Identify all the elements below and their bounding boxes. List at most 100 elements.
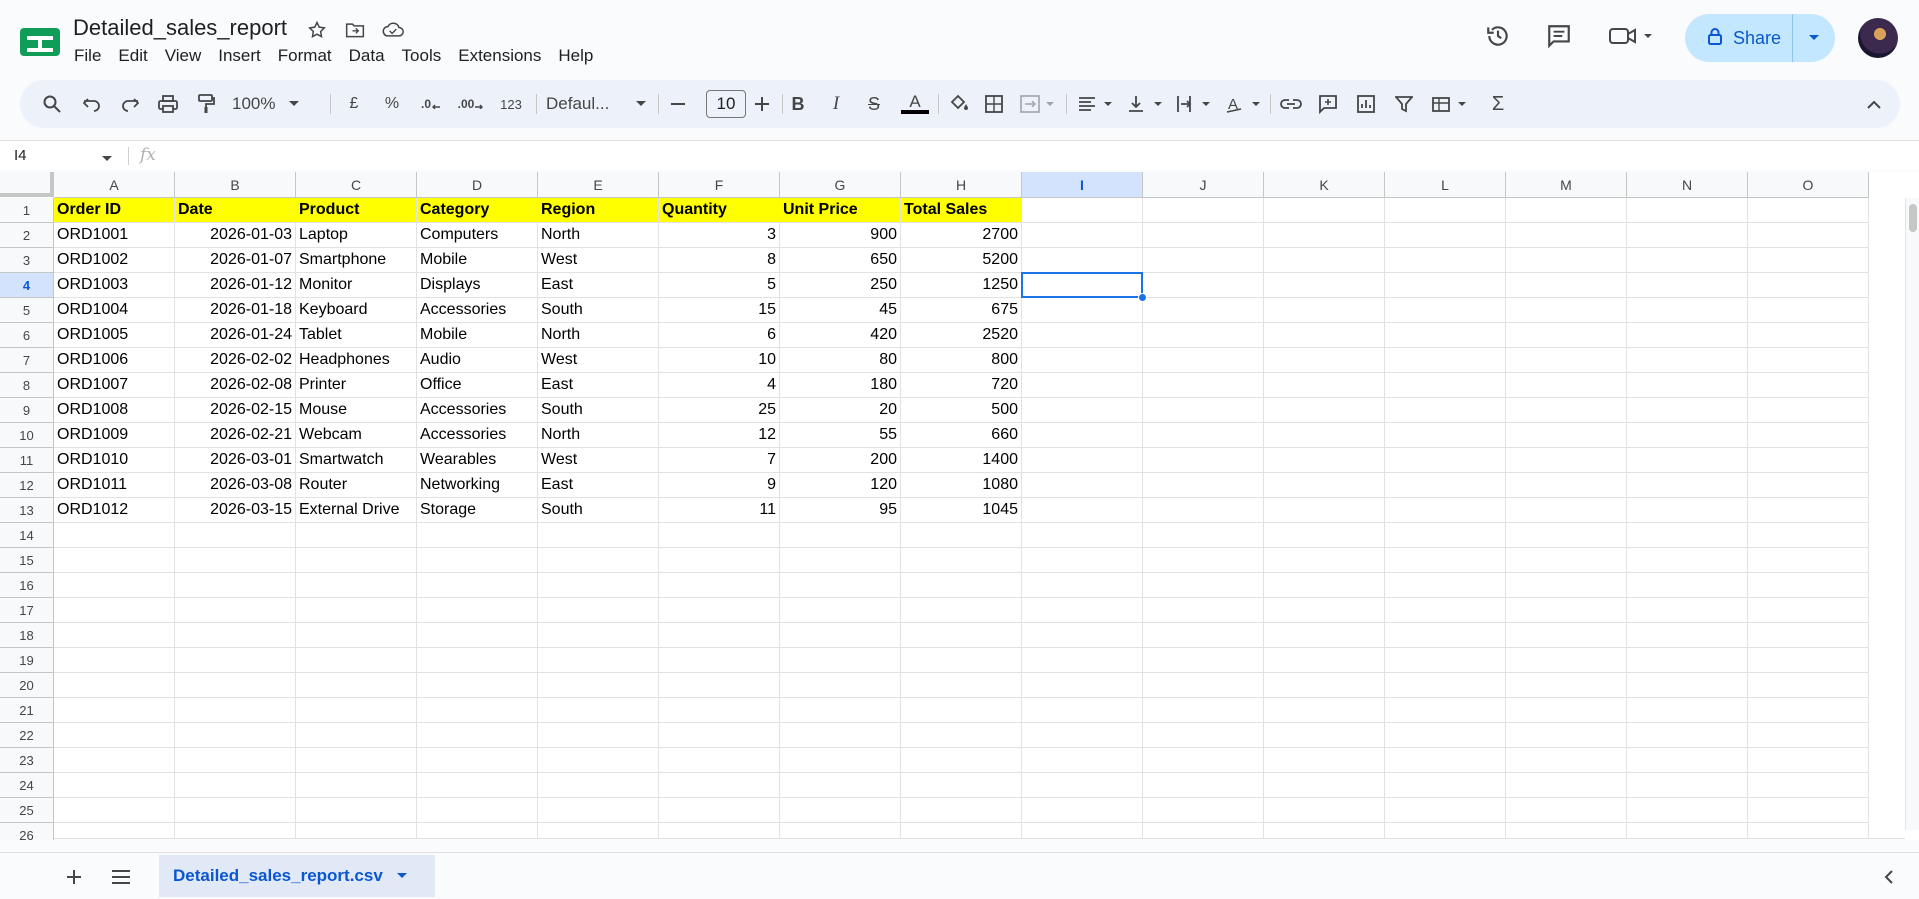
cell-g1[interactable]: Unit Price	[780, 198, 901, 223]
cell-k6[interactable]	[1264, 323, 1385, 348]
cell-m7[interactable]	[1506, 348, 1627, 373]
cell-l1[interactable]	[1385, 198, 1506, 223]
row-header-21[interactable]: 21	[0, 698, 54, 723]
cell-f10[interactable]: 12	[659, 423, 780, 448]
cell-j1[interactable]	[1143, 198, 1264, 223]
cell-o21[interactable]	[1748, 698, 1869, 723]
cell-n3[interactable]	[1627, 248, 1748, 273]
cell-c11[interactable]: Smartwatch	[296, 448, 417, 473]
cell-j16[interactable]	[1143, 573, 1264, 598]
cell-d4[interactable]: Displays	[417, 273, 538, 298]
row-header-12[interactable]: 12	[0, 473, 54, 498]
borders-icon[interactable]	[982, 92, 1006, 116]
cell-o5[interactable]	[1748, 298, 1869, 323]
cell-i12[interactable]	[1022, 473, 1143, 498]
cell-m24[interactable]	[1506, 773, 1627, 798]
column-header-m[interactable]: M	[1506, 172, 1627, 198]
cell-m21[interactable]	[1506, 698, 1627, 723]
cell-e21[interactable]	[538, 698, 659, 723]
cell-a11[interactable]: ORD1010	[54, 448, 175, 473]
bold-icon[interactable]: B	[786, 92, 810, 116]
row-header-7[interactable]: 7	[0, 348, 54, 373]
cell-c12[interactable]: Router	[296, 473, 417, 498]
cell-j18[interactable]	[1143, 623, 1264, 648]
row-header-14[interactable]: 14	[0, 523, 54, 548]
cell-c22[interactable]	[296, 723, 417, 748]
cell-e11[interactable]: West	[538, 448, 659, 473]
row-header-8[interactable]: 8	[0, 373, 54, 398]
cell-g23[interactable]	[780, 748, 901, 773]
cell-e23[interactable]	[538, 748, 659, 773]
cloud-saved-icon[interactable]	[381, 18, 405, 42]
cell-d6[interactable]: Mobile	[417, 323, 538, 348]
cell-h15[interactable]	[901, 548, 1022, 573]
row-header-9[interactable]: 9	[0, 398, 54, 423]
cell-d18[interactable]	[417, 623, 538, 648]
share-button[interactable]: Share	[1685, 14, 1835, 62]
zoom-select[interactable]: 100%	[232, 92, 312, 116]
cell-j24[interactable]	[1143, 773, 1264, 798]
cell-n16[interactable]	[1627, 573, 1748, 598]
cell-e16[interactable]	[538, 573, 659, 598]
cell-i19[interactable]	[1022, 648, 1143, 673]
cell-h24[interactable]	[901, 773, 1022, 798]
cell-n9[interactable]	[1627, 398, 1748, 423]
cell-o11[interactable]	[1748, 448, 1869, 473]
cell-m8[interactable]	[1506, 373, 1627, 398]
cell-h16[interactable]	[901, 573, 1022, 598]
cell-f3[interactable]: 8	[659, 248, 780, 273]
cell-g18[interactable]	[780, 623, 901, 648]
cell-n2[interactable]	[1627, 223, 1748, 248]
vertical-align-icon[interactable]	[1126, 92, 1166, 116]
cell-d8[interactable]: Office	[417, 373, 538, 398]
cell-f7[interactable]: 10	[659, 348, 780, 373]
cell-f24[interactable]	[659, 773, 780, 798]
cell-k11[interactable]	[1264, 448, 1385, 473]
row-header-16[interactable]: 16	[0, 573, 54, 598]
merge-cells-icon[interactable]	[1018, 92, 1058, 116]
cell-j11[interactable]	[1143, 448, 1264, 473]
cell-g4[interactable]: 250	[780, 273, 901, 298]
cell-j6[interactable]	[1143, 323, 1264, 348]
cell-f20[interactable]	[659, 673, 780, 698]
cell-i8[interactable]	[1022, 373, 1143, 398]
cell-k4[interactable]	[1264, 273, 1385, 298]
cell-c25[interactable]	[296, 798, 417, 823]
cell-g21[interactable]	[780, 698, 901, 723]
cell-d3[interactable]: Mobile	[417, 248, 538, 273]
menu-help[interactable]: Help	[558, 46, 601, 66]
cell-n19[interactable]	[1627, 648, 1748, 673]
cell-h6[interactable]: 2520	[901, 323, 1022, 348]
cell-n23[interactable]	[1627, 748, 1748, 773]
cell-n1[interactable]	[1627, 198, 1748, 223]
cell-n17[interactable]	[1627, 598, 1748, 623]
cell-i6[interactable]	[1022, 323, 1143, 348]
cell-j19[interactable]	[1143, 648, 1264, 673]
cell-e24[interactable]	[538, 773, 659, 798]
cell-f8[interactable]: 4	[659, 373, 780, 398]
cell-l18[interactable]	[1385, 623, 1506, 648]
cell-g19[interactable]	[780, 648, 901, 673]
cell-k21[interactable]	[1264, 698, 1385, 723]
cell-d25[interactable]	[417, 798, 538, 823]
font-size-input[interactable]: 10	[706, 90, 746, 118]
cell-m5[interactable]	[1506, 298, 1627, 323]
cell-k19[interactable]	[1264, 648, 1385, 673]
cell-h1[interactable]: Total Sales	[901, 198, 1022, 223]
cell-n18[interactable]	[1627, 623, 1748, 648]
cell-c6[interactable]: Tablet	[296, 323, 417, 348]
cell-k8[interactable]	[1264, 373, 1385, 398]
cell-a22[interactable]	[54, 723, 175, 748]
cell-a20[interactable]	[54, 673, 175, 698]
row-header-5[interactable]: 5	[0, 298, 54, 323]
cell-k18[interactable]	[1264, 623, 1385, 648]
cell-i1[interactable]	[1022, 198, 1143, 223]
cell-i23[interactable]	[1022, 748, 1143, 773]
cell-k16[interactable]	[1264, 573, 1385, 598]
cell-j14[interactable]	[1143, 523, 1264, 548]
menu-data[interactable]: Data	[349, 46, 393, 66]
column-header-j[interactable]: J	[1143, 172, 1264, 198]
font-select[interactable]: Defaul...	[540, 92, 652, 116]
cell-e9[interactable]: South	[538, 398, 659, 423]
cell-c23[interactable]	[296, 748, 417, 773]
